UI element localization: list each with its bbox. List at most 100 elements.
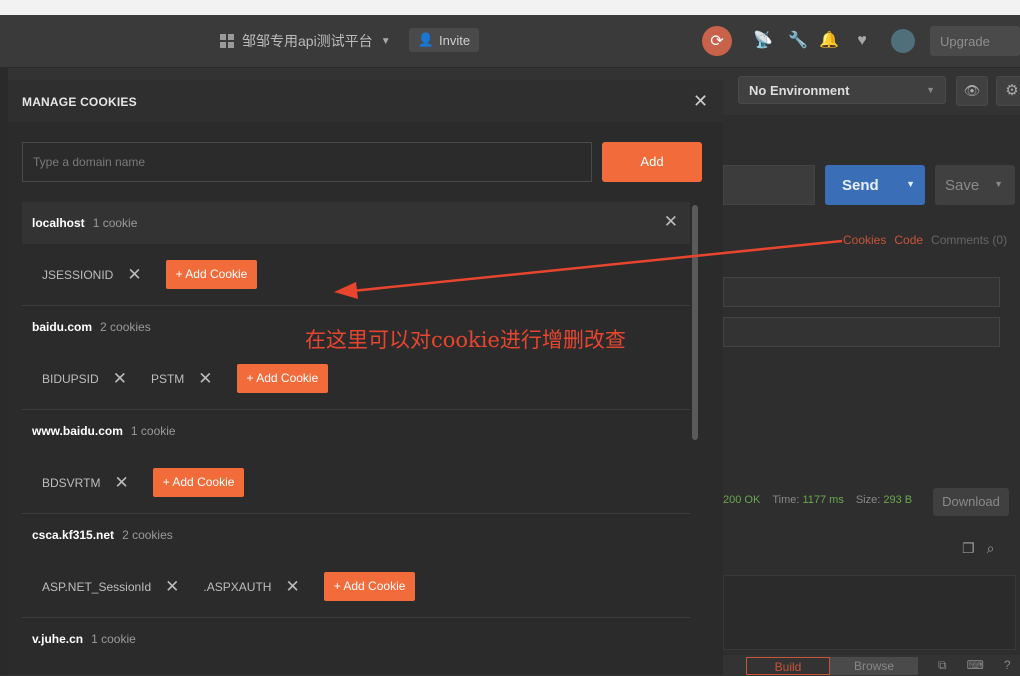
domain-input[interactable]: [22, 142, 592, 182]
invite-button[interactable]: 👤 Invite: [409, 28, 479, 52]
request-subtabs: Cookies Code Comments (0): [843, 233, 1007, 247]
workspace-name: 邹邹专用api测试平台: [242, 33, 373, 49]
param-field[interactable]: [723, 277, 1000, 307]
workspace-switcher[interactable]: 邹邹专用api测试平台 ▼: [220, 30, 391, 52]
close-icon[interactable]: ✕: [285, 577, 299, 597]
cookie-count: 1 cookie: [91, 632, 136, 646]
gear-icon[interactable]: ⚙: [996, 76, 1020, 106]
domain-name: www.baidu.com: [32, 424, 123, 438]
chevron-down-icon: ▼: [926, 85, 935, 95]
modal-title: MANAGE COOKIES: [22, 95, 137, 109]
browse-tab[interactable]: Browse: [830, 657, 918, 675]
code-link[interactable]: Code: [894, 233, 923, 247]
download-button[interactable]: Download: [933, 488, 1009, 516]
build-tab[interactable]: Build: [746, 657, 830, 675]
browser-top-strip: [0, 0, 1020, 15]
overlay-edge: [0, 67, 8, 675]
cookies-row: BIDUPSID ✕ PSTM ✕ + Add Cookie: [22, 348, 690, 410]
cookie-name: PSTM: [150, 371, 185, 386]
domain-header[interactable]: v.juhe.cn 1 cookie: [22, 618, 690, 660]
add-cookie-button[interactable]: + Add Cookie: [323, 572, 416, 601]
chevron-down-icon: ▼: [380, 35, 391, 47]
upgrade-button[interactable]: Upgrade: [930, 26, 1020, 56]
copy-icon[interactable]: ❐: [962, 540, 975, 557]
close-icon[interactable]: ✕: [693, 92, 708, 110]
response-status-row: 200 OK Time: 1177 ms Size: 293 B: [723, 494, 912, 506]
response-body: [723, 575, 1016, 650]
cookie-name: .ASPXAUTH: [203, 579, 272, 594]
close-icon[interactable]: ✕: [165, 577, 179, 597]
heart-icon[interactable]: ♥: [851, 30, 873, 52]
comments-link[interactable]: Comments (0): [931, 233, 1007, 247]
sync-icon[interactable]: ⟳: [702, 26, 732, 56]
domain-header[interactable]: csca.kf315.net 2 cookies: [22, 514, 690, 556]
time-value: 1177 ms: [802, 494, 844, 506]
close-icon[interactable]: ✕: [198, 369, 212, 389]
eye-icon[interactable]: 👁: [956, 76, 988, 106]
keyboard-icon[interactable]: ⌨: [967, 658, 984, 673]
cookie-chip[interactable]: BIDUPSID ✕: [42, 369, 127, 389]
cookie-name: BDSVRTM: [42, 475, 101, 490]
close-icon[interactable]: ✕: [114, 473, 128, 493]
send-label: Send: [842, 176, 879, 194]
cookie-chip[interactable]: JSESSIONID ✕: [42, 265, 142, 285]
cookie-count: 2 cookies: [122, 528, 173, 542]
domain-group: localhost 1 cookie ✕ JSESSIONID ✕ + Add …: [22, 202, 690, 306]
cookie-chip[interactable]: PSTM ✕: [151, 369, 213, 389]
help-icon[interactable]: ?: [1004, 658, 1011, 673]
send-button[interactable]: Send ▼: [825, 165, 925, 205]
domain-header[interactable]: localhost 1 cookie ✕: [22, 202, 690, 244]
avatar[interactable]: [891, 29, 915, 53]
wrench-icon[interactable]: 🔧: [787, 30, 809, 52]
domain-group: csca.kf315.net 2 cookies ASP.NET_Session…: [22, 514, 690, 618]
save-button[interactable]: Save ▼: [935, 165, 1015, 205]
add-user-icon: 👤: [417, 32, 435, 47]
cookie-name: JSESSIONID: [42, 267, 114, 282]
cookies-link[interactable]: Cookies: [843, 233, 886, 247]
add-domain-button[interactable]: Add: [602, 142, 702, 182]
domain-name: localhost: [32, 216, 85, 230]
layout-icon[interactable]: ⧉: [938, 658, 947, 673]
param-field[interactable]: [723, 317, 1000, 347]
url-input[interactable]: [723, 165, 815, 205]
status-value: 200 OK: [723, 494, 761, 506]
domain-name: baidu.com: [32, 320, 93, 334]
add-cookie-button[interactable]: + Add Cookie: [165, 260, 258, 289]
domain-group: v.juhe.cn 1 cookie: [22, 618, 690, 660]
cookies-row: ASP.NET_SessionId ✕ .ASPXAUTH ✕ + Add Co…: [22, 556, 690, 618]
scrollbar-thumb[interactable]: [692, 205, 698, 440]
chevron-down-icon: ▼: [906, 179, 915, 189]
cookie-count: 1 cookie: [92, 216, 138, 230]
close-icon[interactable]: ✕: [664, 212, 678, 232]
cookie-chip[interactable]: BDSVRTM ✕: [42, 473, 129, 493]
invite-label: Invite: [439, 32, 471, 48]
cookie-name: BIDUPSID: [42, 371, 99, 386]
bottom-icons: ⧉ ⌨ ?: [938, 658, 1011, 673]
chevron-down-icon: ▼: [994, 179, 1003, 189]
cookie-chip[interactable]: .ASPXAUTH ✕: [203, 577, 299, 597]
annotation-text: 在这里可以对cookie进行增删改查: [305, 328, 626, 352]
domain-group: baidu.com 2 cookies BIDUPSID ✕ PSTM ✕ + …: [22, 306, 690, 410]
cookie-name: ASP.NET_SessionId: [42, 579, 152, 594]
add-cookie-button[interactable]: + Add Cookie: [236, 364, 329, 393]
cookies-row: JSESSIONID ✕ + Add Cookie: [22, 244, 690, 306]
search-icon[interactable]: ⌕: [987, 540, 995, 557]
environment-label: No Environment: [749, 82, 850, 98]
domain-header[interactable]: www.baidu.com 1 cookie: [22, 410, 690, 452]
save-label: Save: [945, 176, 980, 194]
cookie-chip[interactable]: ASP.NET_SessionId ✕: [42, 577, 179, 597]
add-cookie-button[interactable]: + Add Cookie: [152, 468, 245, 497]
workspace-grid-icon: [220, 34, 234, 48]
domain-name: csca.kf315.net: [32, 528, 115, 542]
size-value: 293 B: [883, 494, 913, 506]
size-label: Size:: [855, 494, 881, 506]
close-icon[interactable]: ✕: [113, 369, 127, 389]
cookie-count: 2 cookies: [100, 320, 151, 334]
environment-select[interactable]: No Environment ▼: [738, 76, 946, 104]
satellite-icon[interactable]: 📡: [752, 30, 774, 52]
bell-icon[interactable]: 🔔: [818, 30, 840, 52]
response-tools: ❐ ⌕: [962, 540, 994, 557]
time-label: Time:: [772, 494, 800, 506]
close-icon[interactable]: ✕: [127, 265, 141, 285]
cookies-row: BDSVRTM ✕ + Add Cookie: [22, 452, 690, 514]
